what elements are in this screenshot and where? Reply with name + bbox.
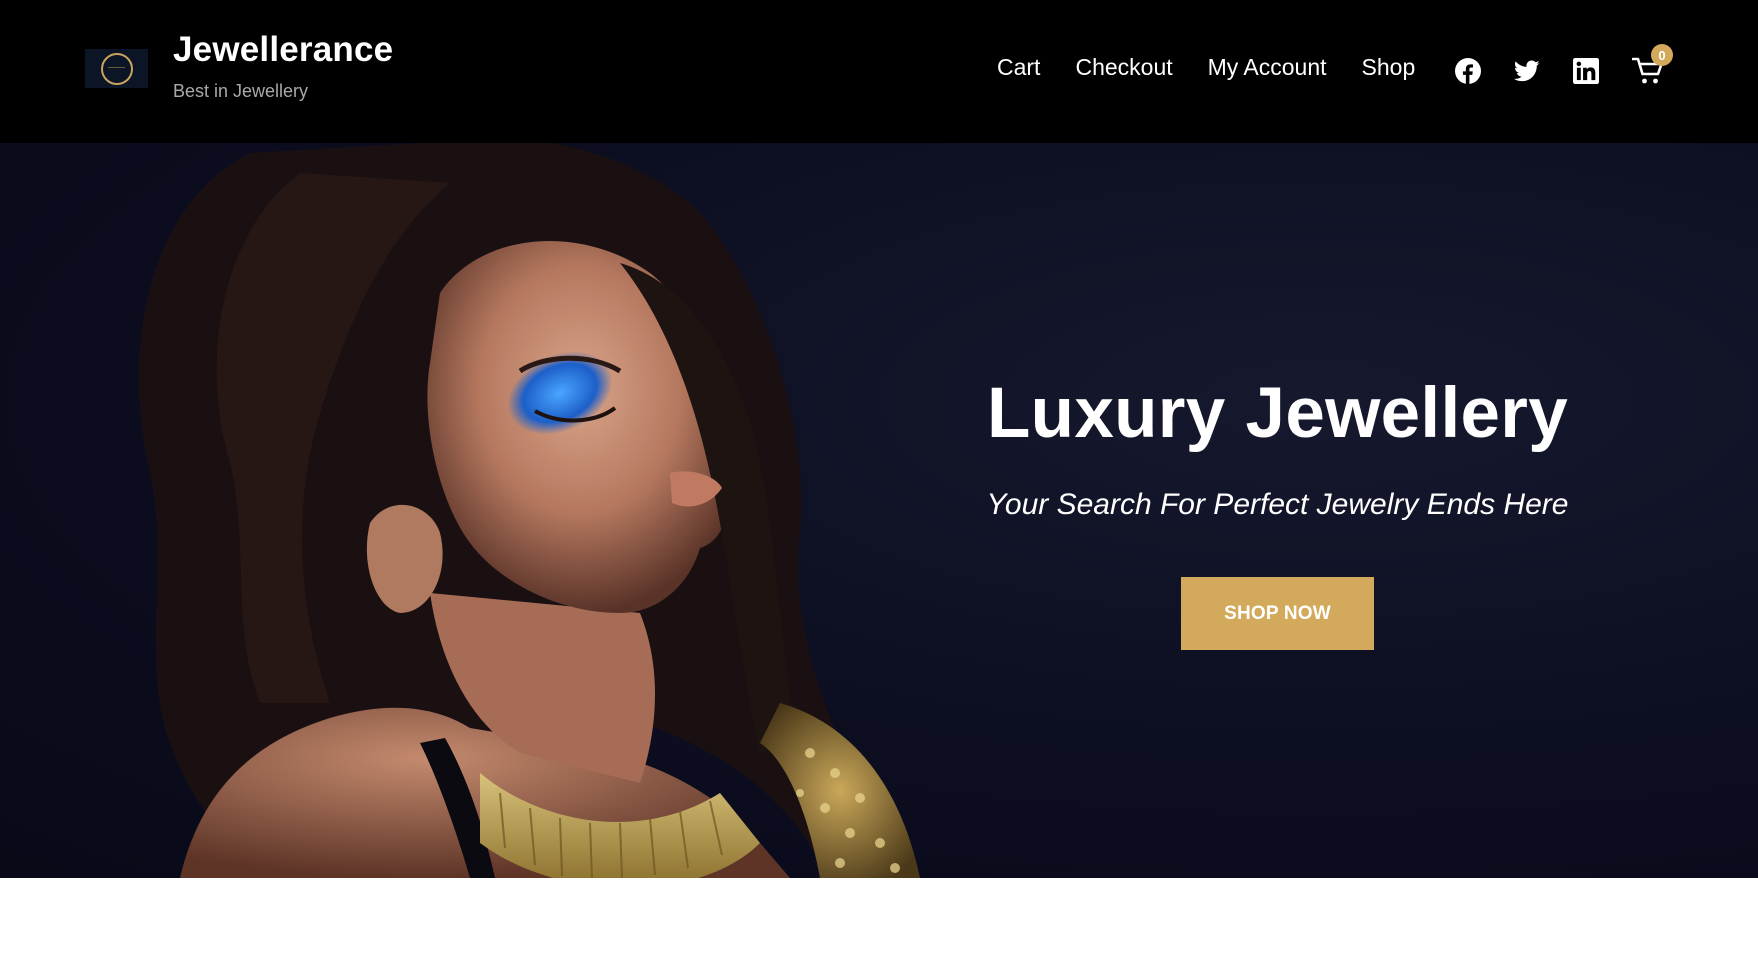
shop-now-button[interactable]: SHOP NOW (1181, 577, 1374, 650)
nav-item-cart[interactable]: Cart (997, 54, 1040, 81)
site-header: Jewellerance Best in Jewellery Cart Chec… (0, 0, 1758, 143)
cart-count-badge: 0 (1651, 44, 1673, 66)
hero-title: Luxury Jewellery (987, 374, 1568, 453)
hero-subtitle: Your Search For Perfect Jewelry Ends Her… (986, 488, 1569, 521)
hero-model-photo (138, 143, 920, 878)
site-title[interactable]: Jewellerance (173, 30, 393, 70)
facebook-icon[interactable] (1455, 58, 1481, 84)
site-tagline: Best in Jewellery (173, 81, 309, 101)
nav-item-checkout[interactable]: Checkout (1075, 54, 1172, 81)
social-links: 0 (1455, 44, 1673, 86)
nav-item-my-account[interactable]: My Account (1208, 54, 1327, 81)
nav-item-shop[interactable]: Shop (1362, 54, 1416, 81)
linkedin-icon[interactable] (1573, 58, 1599, 84)
twitter-icon[interactable] (1514, 58, 1540, 84)
header-cart-button[interactable]: 0 (1631, 44, 1673, 86)
main-navigation: Cart Checkout My Account Shop (997, 54, 1450, 81)
page-content-area (0, 878, 1758, 956)
gold-ring-icon (100, 52, 133, 85)
site-logo[interactable] (85, 49, 148, 88)
hero-banner: Luxury Jewellery Your Search For Perfect… (0, 143, 1758, 878)
